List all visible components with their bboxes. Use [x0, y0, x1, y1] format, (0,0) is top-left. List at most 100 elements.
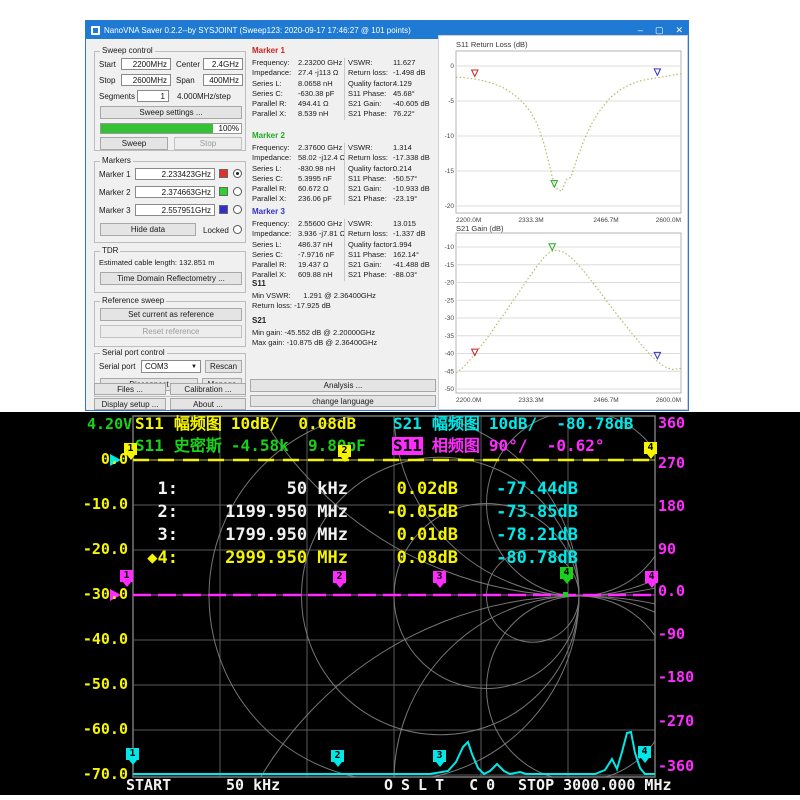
window-title: NanoVNA Saver 0.2.2--by SYSJOINT (Sweep1… [104, 26, 411, 35]
marker-2-radio[interactable] [233, 187, 242, 196]
maximize-button[interactable]: ▢ [655, 26, 664, 35]
device-right-axis-label: 270 [658, 456, 685, 471]
svg-text:0: 0 [450, 63, 454, 70]
device-marker-row-3: 3:1799.950 MHz0.01dB-78.21dB [138, 524, 578, 546]
calibration-button[interactable]: Calibration ... [170, 383, 246, 395]
stop-button[interactable]: Stop [174, 137, 242, 150]
start-frequency: 50 kHz [226, 776, 280, 794]
device-trace-4-label: S11 相频图 90°/ -0.62° [392, 437, 605, 455]
close-button[interactable]: ✕ [675, 26, 683, 35]
marker-2-data-col-3: 1.314 -17.338 dB 0.214 -50.57° -10.933 d… [393, 143, 430, 205]
svg-text:-40: -40 [445, 351, 455, 358]
serial-port-label: Serial port control [100, 348, 167, 357]
cable-length-text: Estimated cable length: 132.851 m [99, 258, 215, 267]
serial-port-select[interactable]: COM3 ▼ [141, 360, 201, 373]
stop-frequency: STOP 3000.000 MHz [518, 776, 672, 794]
device-marker-cell-4-0: ◆4: [138, 547, 178, 569]
device-cyan-marker-flag-3: 3 [433, 750, 446, 762]
about-button[interactable]: About ... [170, 398, 246, 410]
device-marker-cell-1-0: 1: [138, 478, 178, 500]
svg-text:2466.7M: 2466.7M [593, 397, 618, 404]
sweep-progress-bar: 100% [100, 123, 242, 134]
device-cyan-marker-flag-1: 1 [126, 748, 139, 760]
minimize-button[interactable]: – [638, 26, 643, 35]
marker-2-data-title: Marker 2 [252, 131, 285, 140]
marker-1-radio[interactable] [233, 169, 242, 178]
device-trace-4-type: 相频图 [432, 437, 480, 455]
device-trace-2-type: 幅频图 [432, 415, 480, 433]
device-magenta-marker-flag-3: 3 [433, 571, 446, 583]
display-setup-button[interactable]: Display setup ... [94, 398, 166, 410]
svg-text:2200.0M: 2200.0M [456, 397, 481, 404]
start-label: Start [99, 60, 116, 69]
start-label-device: START [126, 776, 171, 794]
step-size-text: 4.000MHz/step [177, 92, 231, 101]
span-label: Span [176, 76, 195, 85]
svg-text:-20: -20 [445, 203, 455, 210]
tdr-group: TDR Estimated cable length: 132.851 m Ti… [94, 251, 246, 293]
device-left-axis-label: -10.0 [82, 497, 128, 512]
center-input[interactable]: 2.4GHz [203, 58, 243, 70]
device-marker-cell-3-3: -78.21dB [458, 524, 578, 546]
tdr-button[interactable]: Time Domain Reflectometry ... [100, 272, 242, 285]
span-input[interactable]: 400MHz [203, 74, 243, 86]
marker-3-data-col-0: Frequency: Impedance: Series L: Series C… [252, 219, 291, 281]
s11-return-loss-chart: S11 Return Loss (dB)0-5-10-15-202200.0M2… [440, 37, 686, 229]
device-trace-1-readout: 10dB/ 0.08dB [231, 415, 356, 433]
files-button[interactable]: Files ... [94, 383, 166, 395]
svg-text:-25: -25 [445, 297, 455, 304]
device-left-axis-label: -50.0 [82, 677, 128, 692]
device-marker-cell-3-2: 0.01dB [348, 524, 458, 546]
device-left-axis-label: -30.0 [82, 587, 128, 602]
hide-data-button[interactable]: Hide data [100, 223, 196, 236]
marker-1-data-col-2: VSWR: Return loss: Quality factor: S11 P… [348, 58, 394, 120]
device-marker-cell-4-3: -80.78dB [458, 547, 578, 569]
device-trace-3-channel: S11 [134, 437, 165, 455]
start-input[interactable]: 2200MHz [121, 58, 171, 70]
svg-text:-10: -10 [445, 133, 455, 140]
reset-reference-button[interactable]: Reset reference [100, 325, 242, 338]
device-green-marker-flag-4: 4 [560, 567, 573, 579]
device-right-axis-label: -270 [658, 714, 694, 729]
device-marker-cell-2-0: 2: [138, 501, 178, 523]
screenshot-root: NanoVNA Saver 0.2.2--by SYSJOINT (Sweep1… [0, 0, 800, 800]
marker-3-data-col-3: 13.015 -1.337 dB 1.994 162.14° -41.488 d… [393, 219, 430, 281]
device-marker-cell-2-3: -73.85dB [458, 501, 578, 523]
device-trace-4-readout: 90°/ -0.62° [489, 437, 605, 455]
device-right-axis-label: 180 [658, 499, 685, 514]
device-right-axis-label: 360 [658, 416, 685, 431]
marker-2-frequency-input[interactable]: 2.374663GHz [135, 186, 215, 198]
marker-1-color-swatch [219, 169, 228, 178]
analysis-button[interactable]: Analysis ... [250, 379, 436, 392]
marker-3-radio[interactable] [233, 205, 242, 214]
s21_stats-title: S21 [252, 316, 266, 325]
svg-text:-15: -15 [445, 262, 455, 269]
sweep-control-label: Sweep control [100, 46, 155, 55]
segments-input[interactable]: 1 [137, 90, 169, 102]
set-reference-button[interactable]: Set current as reference [100, 308, 242, 321]
device-left-axis-label: -40.0 [82, 632, 128, 647]
nanovna-saver-window: NanoVNA Saver 0.2.2--by SYSJOINT (Sweep1… [85, 20, 689, 411]
marker-3-label: Marker 3 [99, 206, 131, 215]
device-marker-cell-4-1: 2999.950 MHz [178, 547, 348, 569]
sweep-button[interactable]: Sweep [100, 137, 168, 150]
device-marker-cell-2-2: -0.05dB [348, 501, 458, 523]
device-right-axis-label: -180 [658, 670, 694, 685]
svg-text:-20: -20 [445, 280, 455, 287]
locked-radio[interactable] [233, 225, 242, 234]
device-trace-4-channel: S11 [392, 437, 423, 455]
marker-3-frequency-input[interactable]: 2.557951GHz [135, 204, 215, 216]
device-status-bar: START 50 kHz OSLT C0 STOP 3000.000 MHz [0, 776, 800, 794]
marker-1-frequency-input[interactable]: 2.233423GHz [135, 168, 215, 180]
device-left-axis-label: -60.0 [82, 722, 128, 737]
rescan-button[interactable]: Rescan [205, 360, 242, 373]
sweep-settings-button[interactable]: Sweep settings ... [100, 106, 242, 119]
device-magenta-marker-flag-4: 4 [645, 571, 658, 583]
battery-voltage: 4.20V [87, 415, 132, 433]
device-marker-row-4: ◆4:2999.950 MHz0.08dB-80.78dB [138, 547, 578, 569]
stop-input[interactable]: 2600MHz [121, 74, 171, 86]
device-right-axis-label: 90 [658, 542, 676, 557]
change-language-button[interactable]: change language [250, 395, 436, 407]
device-trace-3-type: 史密斯 [174, 437, 222, 455]
serial-port-field-label: Serial port [99, 362, 135, 371]
